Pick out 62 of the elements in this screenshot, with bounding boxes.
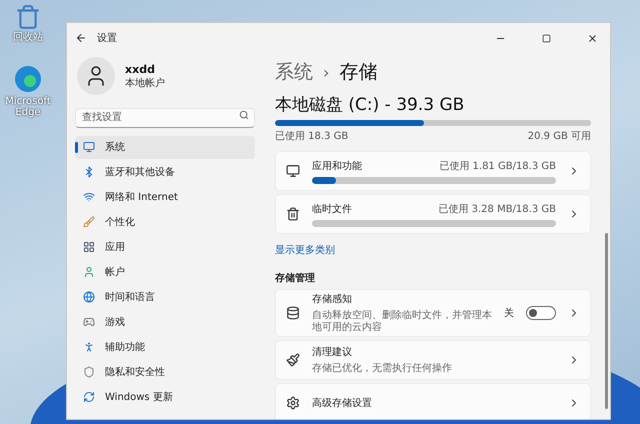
person-icon	[83, 341, 95, 353]
category-card[interactable]: 临时文件 已使用 3.28 MB/18.3 GB	[275, 194, 591, 234]
recycle-bin-icon[interactable]	[15, 4, 41, 30]
brush-icon	[83, 216, 95, 228]
free-space: 20.9 GB 可用	[528, 130, 591, 143]
maximize-icon	[542, 34, 550, 42]
sidebar-item[interactable]: 游戏	[75, 310, 255, 334]
globe-icon	[83, 291, 95, 303]
setting-title: 高级存储设置	[312, 396, 373, 410]
category-usage: 已使用 1.81 GB/18.3 GB	[439, 160, 556, 172]
monitor-icon	[286, 164, 300, 178]
scrollbar[interactable]	[605, 233, 608, 409]
sidebar-item[interactable]: 隐私和安全性	[75, 360, 255, 384]
used-space: 已使用 18.3 GB	[275, 130, 348, 143]
category-card[interactable]: 应用和功能 已使用 1.81 GB/18.3 GB	[275, 151, 591, 191]
category-label: 应用和功能	[312, 160, 362, 172]
show-more-link[interactable]: 显示更多类别	[275, 243, 591, 257]
refresh-icon	[83, 391, 95, 403]
search-icon	[239, 110, 249, 120]
breadcrumb-separator: ›	[323, 62, 330, 82]
window-title: 设置	[97, 32, 118, 45]
sidebar-item[interactable]: 网络和 Internet	[75, 186, 255, 208]
setting-card[interactable]: 清理建议 存储已优化，无需执行任何操作	[275, 340, 591, 380]
setting-card[interactable]: 存储感知 自动释放空间、删除临时文件，并管理本地可用的云内容 关	[275, 289, 591, 337]
search-field[interactable]: 查找设置	[75, 108, 255, 128]
setting-description: 存储已优化，无需执行任何操作	[312, 363, 453, 375]
back-icon[interactable]	[75, 32, 87, 44]
setting-title: 存储感知	[312, 292, 353, 306]
user-name: xxdd	[125, 62, 156, 76]
toggle-state-label: 关	[504, 306, 514, 320]
user-icon	[83, 266, 95, 278]
sidebar-item[interactable]: 蓝牙和其他设备	[75, 160, 255, 184]
shield-icon	[83, 366, 95, 378]
bluetooth-icon	[83, 166, 95, 178]
storage-icon	[286, 306, 300, 320]
category-label: 临时文件	[312, 202, 352, 216]
category-usage: 已使用 3.28 MB/18.3 GB	[438, 202, 556, 216]
gear-icon	[286, 396, 300, 410]
page-title: 存储	[339, 60, 378, 85]
trash-icon	[286, 207, 300, 221]
close-icon	[586, 32, 598, 44]
sidebar-item[interactable]: 帐户	[75, 260, 255, 284]
sidebar-item[interactable]: 系统	[75, 136, 255, 158]
sidebar-item[interactable]: Windows 更新	[75, 386, 255, 408]
sidebar-item[interactable]: 时间和语言	[75, 286, 255, 308]
grid-icon	[83, 241, 95, 253]
sidebar-item[interactable]: 辅助功能	[75, 336, 255, 358]
gamepad-icon	[83, 316, 95, 328]
section-heading: 存储管理	[275, 272, 316, 285]
breadcrumb-parent[interactable]: 系统	[275, 59, 313, 85]
setting-description: 自动释放空间、删除临时文件，并管理本地可用的云内容	[312, 310, 492, 334]
account-type: 本地帐户	[125, 76, 165, 90]
setting-title: 清理建议	[312, 346, 353, 359]
sidebar-item[interactable]: 应用	[75, 236, 255, 258]
browser-icon[interactable]	[13, 64, 43, 94]
disk-title: 本地磁盘 (C:) - 39.3 GB	[275, 94, 466, 116]
sidebar-item[interactable]: 个性化	[75, 210, 255, 234]
monitor-icon	[83, 141, 95, 153]
setting-card[interactable]: 高级存储设置	[275, 383, 591, 419]
broom-icon	[286, 353, 300, 367]
toggle-switch[interactable]	[526, 306, 556, 320]
avatar	[77, 57, 115, 95]
